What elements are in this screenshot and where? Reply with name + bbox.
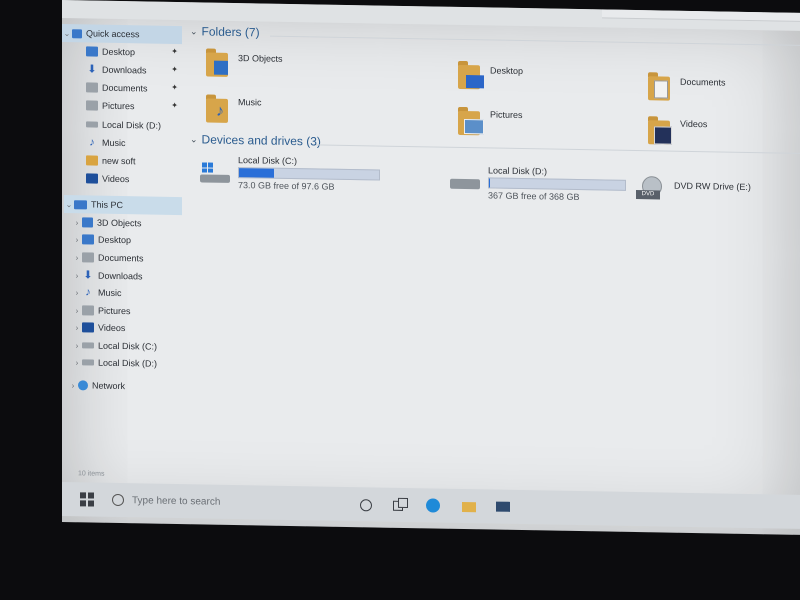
chevron-right-icon[interactable]: › xyxy=(72,288,82,297)
3d-objects-icon xyxy=(204,46,230,77)
chevron-right-icon[interactable]: › xyxy=(72,323,82,332)
drive-usage-fill xyxy=(489,178,491,188)
nav-quick-videos[interactable]: Videos xyxy=(86,169,182,189)
status-item-count: 10 items xyxy=(78,470,105,478)
task-view-icon[interactable] xyxy=(392,497,408,512)
file-explorer-icon[interactable] xyxy=(462,499,476,513)
chevron-down-icon[interactable]: ⌄ xyxy=(190,26,198,37)
nav-network[interactable]: › Network xyxy=(68,376,182,396)
desktop-icon xyxy=(456,59,484,90)
pin-icon: ✦ xyxy=(171,46,178,57)
folder-tile-3d-objects[interactable]: 3D Objects xyxy=(204,46,384,85)
chevron-right-icon[interactable]: › xyxy=(68,381,78,390)
folder-tile-documents[interactable]: Documents xyxy=(646,70,796,109)
drive-icon xyxy=(86,121,98,128)
drive-icon xyxy=(82,342,94,349)
folder-icon xyxy=(86,155,98,166)
search-icon xyxy=(112,493,124,507)
videos-icon xyxy=(86,173,98,184)
chevron-right-icon[interactable]: › xyxy=(72,341,82,350)
documents-icon xyxy=(646,70,672,101)
chevron-right-icon[interactable]: › xyxy=(72,253,82,262)
mail-icon[interactable] xyxy=(496,500,510,514)
chevron-right-icon[interactable]: › xyxy=(72,235,82,244)
content-pane: ⌄ Folders (7) 3D Objects Desktop Documen… xyxy=(186,20,800,491)
drive-usage-bar xyxy=(488,177,626,191)
desktop-icon xyxy=(82,234,94,245)
chevron-right-icon[interactable]: › xyxy=(72,218,82,227)
3d-objects-icon xyxy=(82,217,93,228)
pictures-icon xyxy=(456,105,484,136)
cortana-icon[interactable] xyxy=(360,499,372,512)
nav-pc-videos[interactable]: › Videos xyxy=(72,318,182,338)
folder-tile-pictures[interactable]: Pictures xyxy=(456,105,636,144)
nav-quick-local-disk-d[interactable]: Local Disk (D:) xyxy=(86,115,182,135)
music-icon: ♪ xyxy=(204,92,230,123)
chevron-down-icon[interactable]: ⌄ xyxy=(62,29,72,38)
nav-pc-documents[interactable]: › Documents xyxy=(72,248,182,268)
divider xyxy=(270,35,800,46)
nav-quick-music[interactable]: ♪ Music xyxy=(86,133,182,153)
nav-quick-pictures[interactable]: Pictures ✦ xyxy=(86,96,182,116)
nav-pc-music[interactable]: › ♪ Music xyxy=(72,283,182,303)
navigation-pane: ⌄ Quick access Desktop ✦ ⬇ Downloads ✦ D… xyxy=(62,18,186,480)
pictures-icon xyxy=(82,305,94,316)
music-icon: ♪ xyxy=(89,136,95,149)
taskbar: Type here to search xyxy=(62,482,800,529)
nav-this-pc[interactable]: ⌄ This PC xyxy=(64,195,182,216)
chevron-right-icon[interactable]: › xyxy=(72,271,82,280)
nav-quick-desktop[interactable]: Desktop ✦ xyxy=(86,42,182,62)
nav-quick-documents[interactable]: Documents ✦ xyxy=(86,78,182,98)
nav-quick-downloads[interactable]: ⬇ Downloads ✦ xyxy=(86,60,182,80)
pin-icon: ✦ xyxy=(171,64,178,75)
computer-icon xyxy=(74,199,87,209)
screen: ⌄ Quick access Desktop ✦ ⬇ Downloads ✦ D… xyxy=(62,0,800,535)
pictures-icon xyxy=(86,100,98,111)
folder-tile-videos[interactable]: Videos xyxy=(646,114,796,153)
music-icon: ♪ xyxy=(85,286,91,299)
pin-icon: ✦ xyxy=(171,100,178,111)
drive-icon xyxy=(82,359,94,366)
search-box-edge[interactable] xyxy=(602,9,800,22)
nav-pc-local-disk-d[interactable]: › Local Disk (D:) xyxy=(72,353,182,373)
desktop-icon xyxy=(86,46,98,57)
folder-tile-music[interactable]: ♪ Music xyxy=(204,92,384,131)
windows-drive-icon xyxy=(200,162,234,183)
folder-tile-desktop[interactable]: Desktop xyxy=(456,59,636,98)
chevron-down-icon[interactable]: ⌄ xyxy=(190,134,198,145)
documents-icon xyxy=(82,252,94,263)
drive-tile-c[interactable]: Local Disk (C:) 73.0 GB free of 97.6 GB xyxy=(200,154,390,197)
nav-quick-new-soft[interactable]: new soft xyxy=(86,151,182,171)
nav-quick-access[interactable]: ⌄ Quick access xyxy=(62,24,182,45)
drive-usage-fill xyxy=(239,168,274,178)
pin-icon: ✦ xyxy=(171,82,178,93)
downloads-icon: ⬇ xyxy=(83,269,93,282)
documents-icon xyxy=(86,82,98,93)
dvd-drive-icon: DVD xyxy=(636,176,670,200)
edge-icon[interactable] xyxy=(426,498,440,513)
videos-icon xyxy=(82,322,94,333)
chevron-down-icon[interactable]: ⌄ xyxy=(64,200,74,209)
nav-pc-desktop[interactable]: › Desktop xyxy=(72,230,182,250)
devices-group-header[interactable]: ⌄ Devices and drives (3) xyxy=(190,132,321,148)
chevron-right-icon[interactable]: › xyxy=(72,306,82,315)
taskbar-search-box[interactable]: Type here to search xyxy=(106,489,356,515)
folders-group-header[interactable]: ⌄ Folders (7) xyxy=(190,24,260,39)
star-icon xyxy=(72,28,82,38)
chevron-right-icon[interactable]: › xyxy=(72,358,82,367)
drive-tile-d[interactable]: Local Disk (D:) 367 GB free of 368 GB xyxy=(450,165,660,209)
drive-usage-bar xyxy=(238,167,380,181)
downloads-icon: ⬇ xyxy=(87,63,97,76)
videos-icon xyxy=(646,114,672,145)
network-icon xyxy=(78,380,88,391)
drive-icon xyxy=(450,173,484,194)
start-icon[interactable] xyxy=(80,492,94,507)
drive-tile-e[interactable]: DVD DVD RW Drive (E:) xyxy=(636,174,796,217)
